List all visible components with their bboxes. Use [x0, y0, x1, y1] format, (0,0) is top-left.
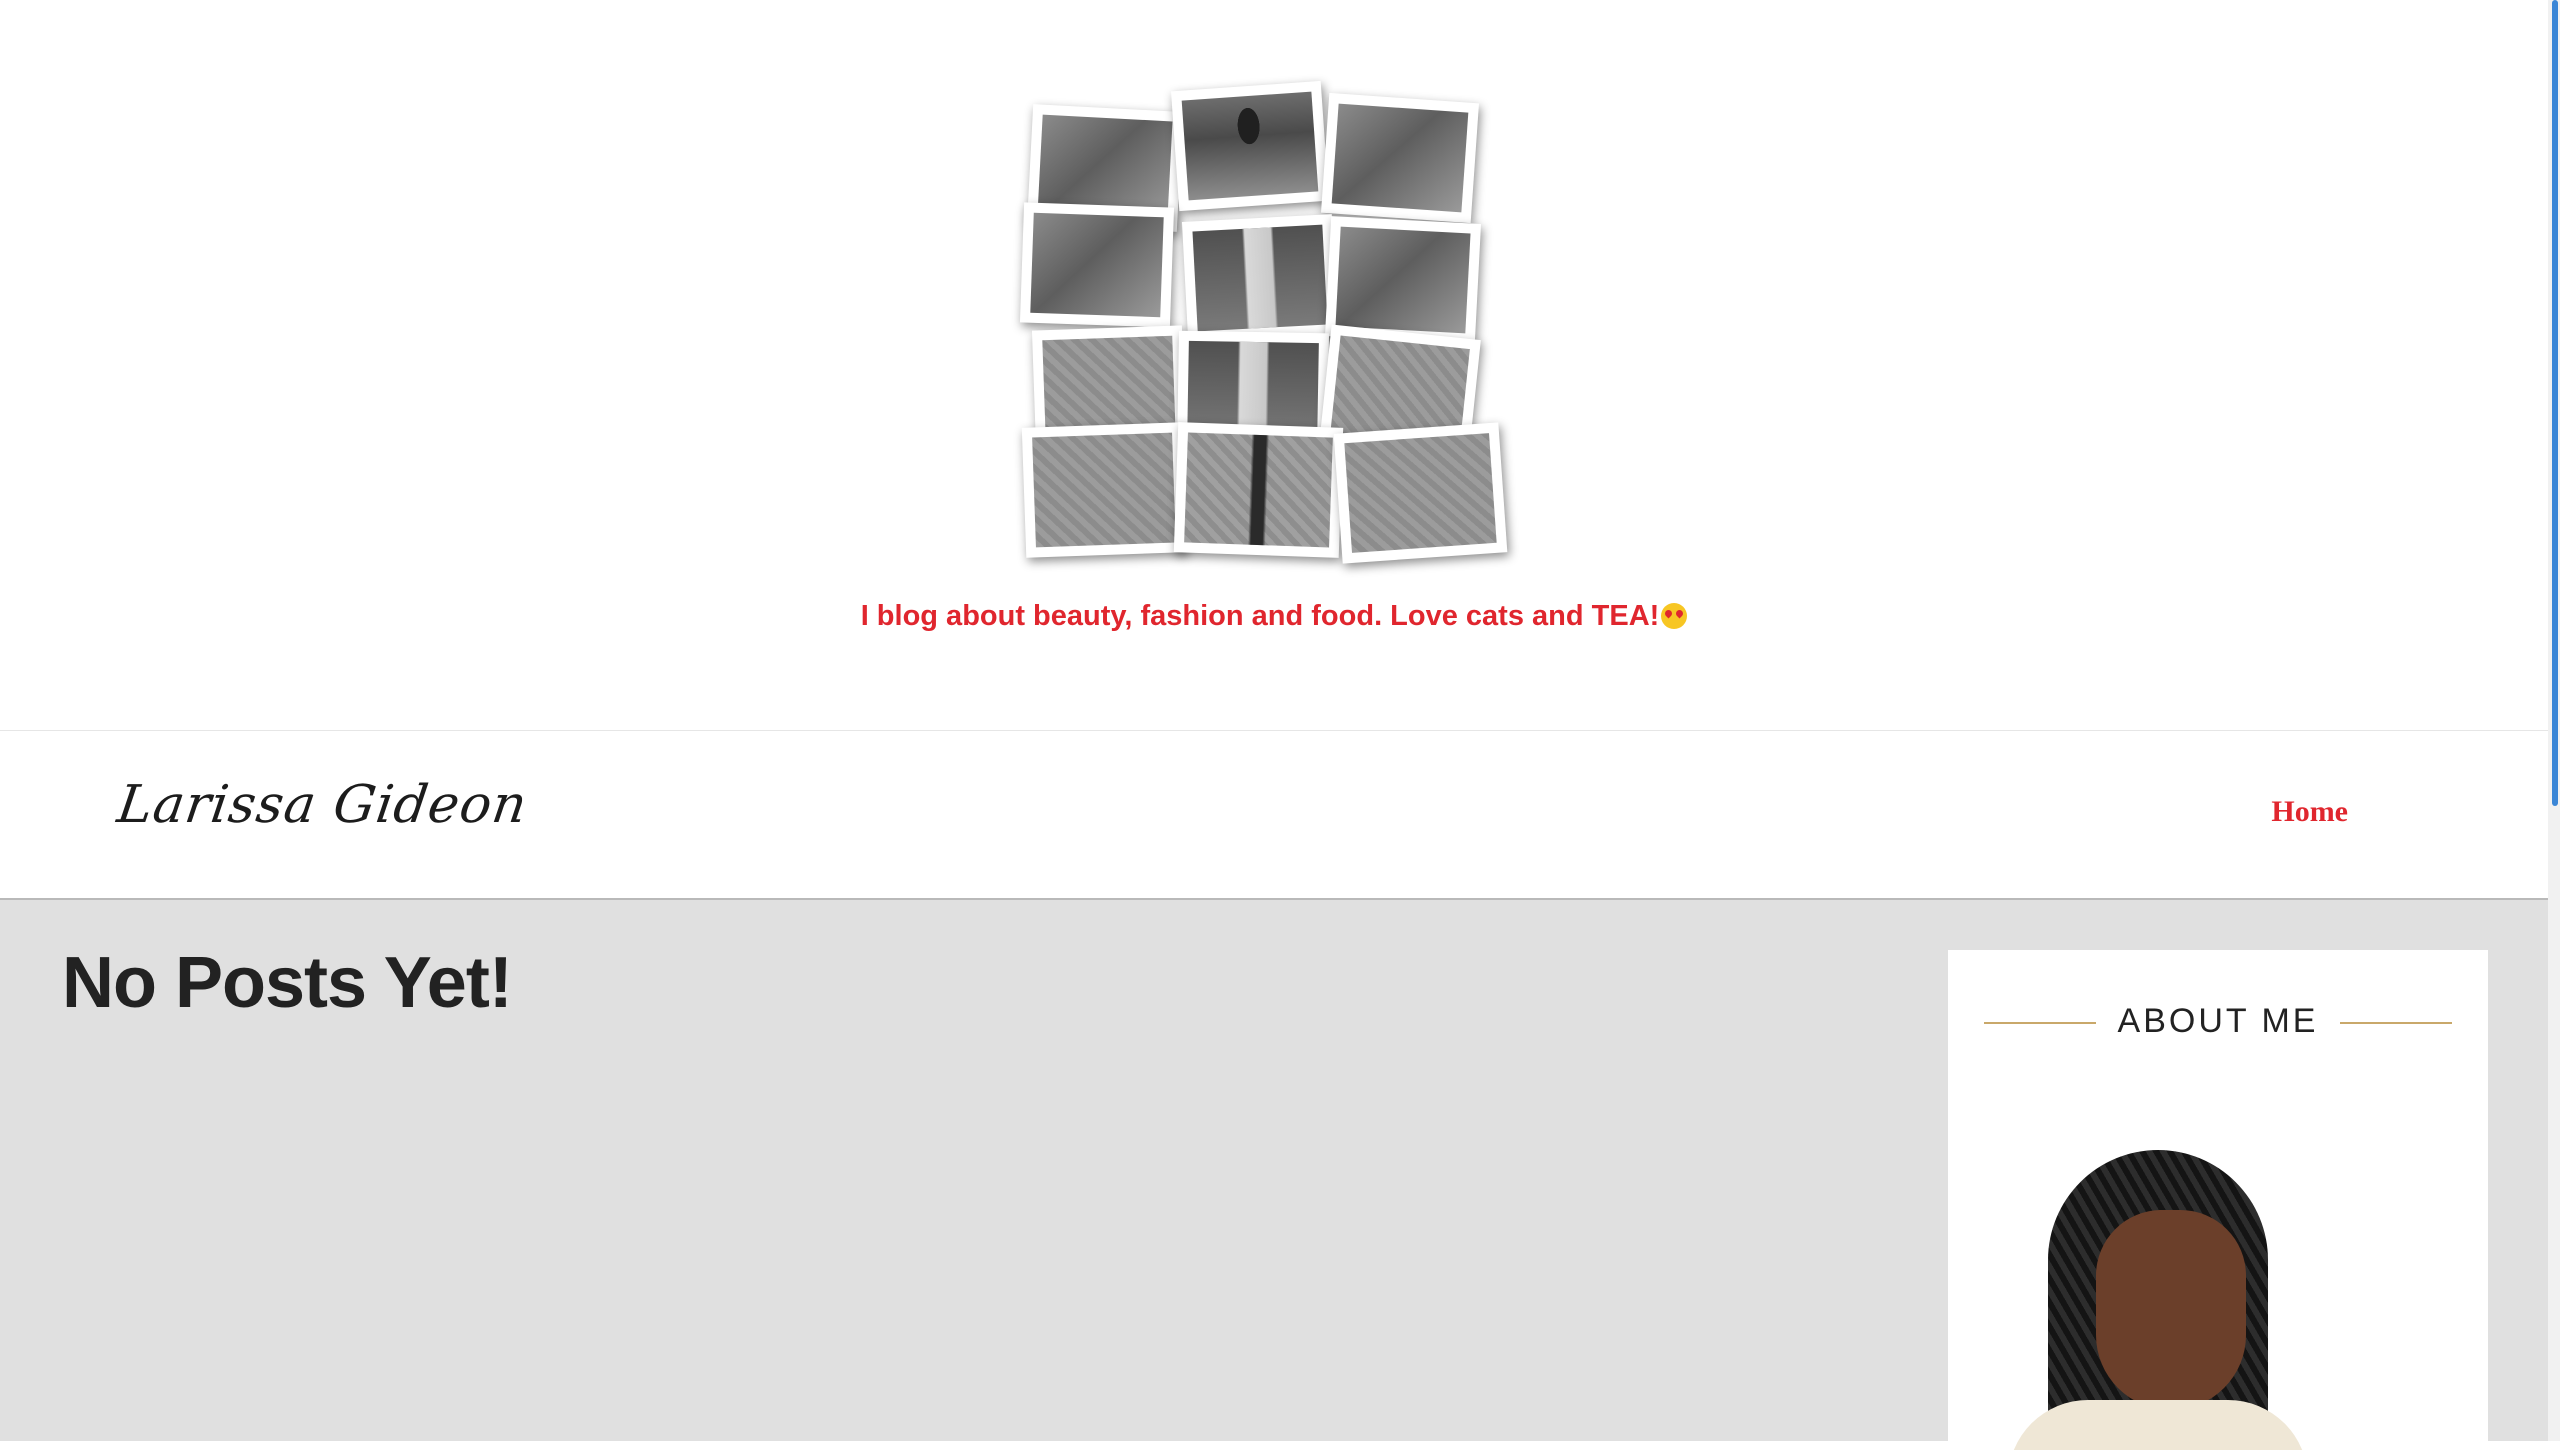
collage-tile: [1170, 80, 1330, 212]
site-tagline: I blog about beauty, fashion and food. L…: [0, 600, 2548, 633]
divider-line: [2340, 1022, 2452, 1024]
main-navigation: Larissa Gideon Home: [0, 730, 2548, 900]
page-title: No Posts Yet!: [62, 943, 513, 1023]
scrollbar-thumb[interactable]: [2552, 0, 2558, 806]
collage-tile: [1333, 422, 1508, 564]
widget-header: ABOUT ME: [1984, 1002, 2452, 1042]
nav-item-home[interactable]: Home: [2271, 795, 2348, 829]
site-brand-logo[interactable]: Larissa Gideon: [114, 775, 531, 835]
header-photo-collage[interactable]: [1010, 80, 1530, 580]
collage-tile: [1021, 422, 1187, 558]
collage-tile: [1019, 202, 1175, 328]
site-header: I blog about beauty, fashion and food. L…: [0, 0, 2548, 730]
main-content: No Posts Yet! ABOUT ME: [0, 900, 2548, 1450]
heart-eyes-emoji-icon: [1661, 603, 1688, 629]
profile-photo: [2008, 1150, 2308, 1450]
collage-tile: [1181, 214, 1339, 342]
collage-tile: [1324, 216, 1482, 344]
sidebar-about-widget: ABOUT ME: [1948, 950, 2488, 1450]
collage-tile: [1320, 92, 1480, 224]
collage-tile: [1173, 422, 1344, 558]
page-scrollbar[interactable]: [2548, 0, 2560, 1441]
